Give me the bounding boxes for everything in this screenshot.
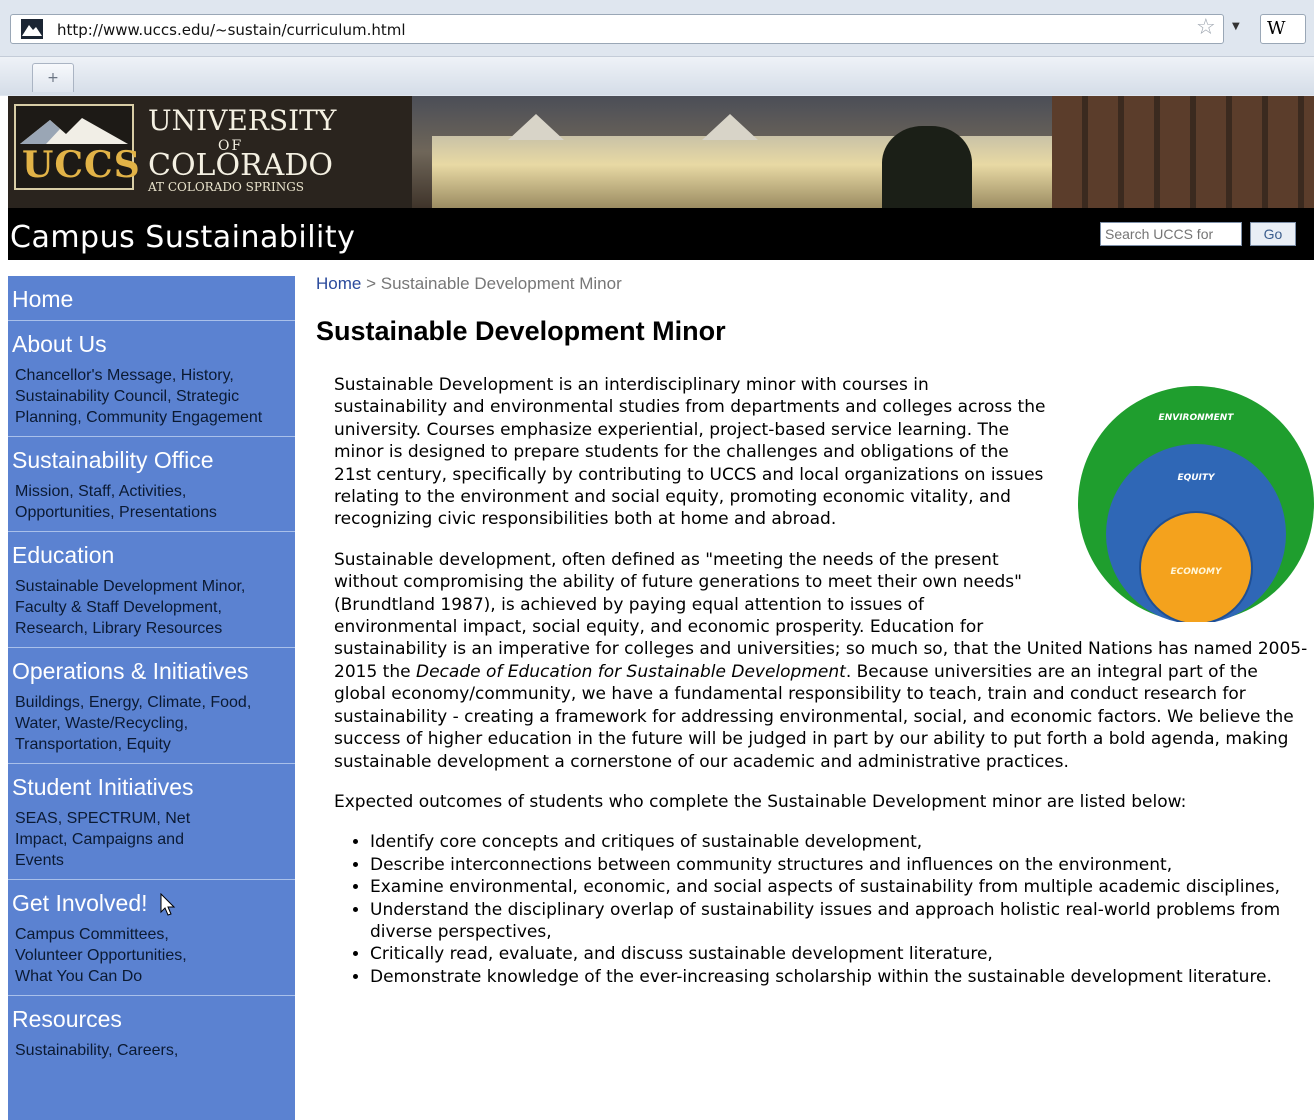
logo-springs-text: AT COLORADO SPRINGS: [148, 180, 305, 194]
breadcrumb-home-link[interactable]: Home: [316, 274, 361, 293]
logo-university-text: UNIVERSITY: [148, 104, 337, 137]
site-title[interactable]: Campus Sustainability: [10, 220, 355, 255]
sidebar-heading[interactable]: Resources: [12, 1004, 295, 1034]
logo-colorado-text: COLORADO: [148, 148, 333, 183]
sidebar-sub-links[interactable]: Campus Committees, Volunteer Opportuniti…: [12, 924, 205, 987]
environment-label: ENVIRONMENT: [1159, 413, 1235, 423]
plus-icon: +: [47, 70, 59, 86]
wikipedia-search-button[interactable]: W: [1260, 14, 1306, 44]
sidebar-sub-links[interactable]: Sustainable Development Minor, Faculty &…: [12, 576, 273, 639]
sidebar-item-about-us[interactable]: About Us Chancellor's Message, History, …: [8, 321, 295, 437]
new-tab-button[interactable]: +: [32, 63, 74, 92]
sidebar-item-get-involved[interactable]: Get Involved! Campus Committees, Volunte…: [8, 880, 295, 996]
mountain-logo[interactable]: UCCS: [14, 104, 140, 190]
sidebar-item-resources[interactable]: Resources Sustainability, Careers,: [8, 996, 295, 1069]
list-item: Identify core concepts and critiques of …: [370, 831, 1314, 853]
list-item: Understand the disciplinary overlap of s…: [370, 899, 1314, 944]
mouse-cursor-icon: [160, 892, 175, 916]
intro-paragraph: Sustainable Development is an interdisci…: [334, 375, 1046, 530]
sidebar-heading[interactable]: Get Involved!: [12, 888, 295, 918]
outcomes-intro: Expected outcomes of students who comple…: [334, 791, 1187, 812]
dropdown-arrow-icon[interactable]: ▼: [1232, 21, 1240, 32]
list-item: Describe interconnections between commun…: [370, 854, 1314, 876]
search-input[interactable]: [1100, 222, 1242, 246]
browser-chrome: http://www.uccs.edu/~sustain/curriculum.…: [0, 0, 1314, 96]
article-body: ENVIRONMENT EQUITY ECONOMY Sustainable D…: [334, 374, 1314, 988]
page-title: Sustainable Development Minor: [316, 316, 726, 346]
sidebar-heading[interactable]: Sustainability Office: [12, 445, 295, 475]
sidebar-item-sustainability-office[interactable]: Sustainability Office Mission, Staff, Ac…: [8, 437, 295, 532]
breadcrumb: Home > Sustainable Development Minor: [316, 274, 1312, 294]
sidebar-item-education[interactable]: Education Sustainable Development Minor,…: [8, 532, 295, 648]
url-text[interactable]: http://www.uccs.edu/~sustain/curriculum.…: [57, 21, 406, 39]
campus-photo: [412, 96, 1314, 208]
sidebar-sub-links[interactable]: Chancellor's Message, History, Sustainab…: [12, 365, 265, 428]
tab-strip: +: [0, 56, 1314, 95]
sidebar-heading[interactable]: Operations & Initiatives: [12, 656, 295, 686]
sidebar-item-home[interactable]: Home: [8, 276, 295, 321]
economy-label: ECONOMY: [1170, 567, 1223, 577]
breadcrumb-separator: >: [366, 274, 377, 293]
sidebar-item-student-initiatives[interactable]: Student Initiatives SEAS, SPECTRUM, Net …: [8, 764, 295, 880]
sidebar-nav: Home About Us Chancellor's Message, Hist…: [8, 276, 295, 1120]
sidebar-heading[interactable]: Student Initiatives: [12, 772, 295, 802]
sidebar-heading[interactable]: About Us: [12, 329, 295, 359]
sidebar-heading[interactable]: Education: [12, 540, 295, 570]
sidebar-heading[interactable]: Home: [12, 284, 295, 314]
site-favicon-icon: [21, 19, 43, 39]
list-item: Critically read, evaluate, and discuss s…: [370, 943, 1314, 965]
search-go-button[interactable]: Go: [1250, 222, 1296, 246]
bookmark-star-icon[interactable]: ☆: [1196, 15, 1216, 40]
equity-label: EQUITY: [1177, 473, 1216, 483]
sidebar-sub-links[interactable]: Mission, Staff, Activities, Opportunitie…: [12, 481, 245, 523]
sustainability-nested-circles-diagram: ENVIRONMENT EQUITY ECONOMY: [1078, 386, 1314, 622]
sidebar-sub-links[interactable]: Buildings, Energy, Climate, Food, Water,…: [12, 692, 255, 755]
site-title-bar: Campus Sustainability Go: [8, 208, 1314, 260]
main-content: Home > Sustainable Development Minor Sus…: [316, 270, 1312, 347]
decade-title-italic: Decade of Education for Sustainable Deve…: [415, 661, 846, 682]
sidebar-sub-links[interactable]: SEAS, SPECTRUM, Net Impact, Campaigns an…: [12, 808, 195, 871]
sidebar-item-operations[interactable]: Operations & Initiatives Buildings, Ener…: [8, 648, 295, 764]
logo-uccs-text: UCCS: [22, 144, 141, 186]
breadcrumb-current: Sustainable Development Minor: [380, 274, 622, 293]
sidebar-sub-links[interactable]: Sustainability, Careers,: [12, 1040, 265, 1061]
address-bar[interactable]: http://www.uccs.edu/~sustain/curriculum.…: [10, 14, 1224, 44]
outcomes-list: Identify core concepts and critiques of …: [334, 831, 1314, 988]
list-item: Examine environmental, economic, and soc…: [370, 876, 1314, 898]
site-banner: UCCS UNIVERSITY OF COLORADO AT COLORADO …: [8, 96, 1314, 208]
list-item: Demonstrate knowledge of the ever-increa…: [370, 966, 1314, 988]
